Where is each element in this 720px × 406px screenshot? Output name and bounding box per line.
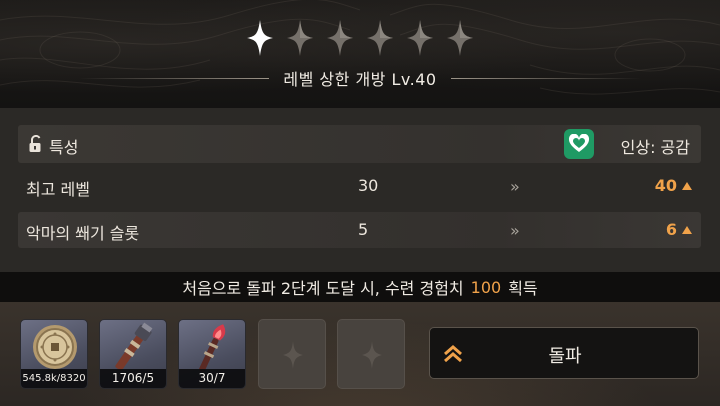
star-filled-icon bbox=[247, 20, 273, 56]
material-slot[interactable]: 1706/5 bbox=[99, 319, 167, 389]
material-count: 1706/5 bbox=[100, 369, 166, 388]
title-row: 레벨 상한 개방 Lv.40 bbox=[0, 66, 720, 90]
stat-current: 30 bbox=[358, 176, 379, 195]
divider-right bbox=[450, 77, 641, 79]
empty-material-slot bbox=[258, 319, 326, 389]
breakthrough-button[interactable]: 돌파 bbox=[429, 327, 699, 379]
star-empty-icon bbox=[407, 20, 433, 56]
star-empty-icon bbox=[367, 20, 393, 56]
reward-info-bar: 처음으로 돌파 2단계 도달 시, 수련 경험치 100 획득 bbox=[0, 272, 720, 302]
stat-next: 6 bbox=[665, 220, 677, 239]
star-empty-icon bbox=[447, 20, 473, 56]
stats-panel: 특성 인상: 공감 최고 레벨 30 » 40 악마의 쐐기 슬롯 5 » 6 bbox=[0, 108, 720, 272]
material-slot[interactable]: 545.8k/8320 bbox=[20, 319, 88, 389]
empty-material-slot bbox=[337, 319, 405, 389]
heart-icon bbox=[568, 134, 590, 152]
increase-triangle-icon bbox=[682, 182, 692, 190]
flame-torch-icon bbox=[199, 324, 226, 372]
breakthrough-header: 레벨 상한 개방 Lv.40 bbox=[0, 0, 720, 108]
divider-left bbox=[79, 77, 270, 79]
reward-amount: 100 bbox=[470, 277, 502, 297]
material-slot[interactable]: 30/7 bbox=[178, 319, 246, 389]
star-empty-icon bbox=[287, 20, 313, 56]
impression-value: 인상: 공감 bbox=[620, 138, 690, 157]
stat-next: 40 bbox=[654, 176, 677, 195]
increase-triangle-icon bbox=[682, 226, 692, 234]
stat-name: 악마의 쐐기 슬롯 bbox=[26, 224, 140, 243]
double-chevron-right-icon: » bbox=[510, 177, 520, 196]
trait-header: 특성 인상: 공감 bbox=[18, 125, 701, 163]
impression-badge bbox=[564, 129, 594, 159]
unlocked-lock-icon bbox=[29, 135, 41, 152]
stat-name: 최고 레벨 bbox=[26, 180, 90, 199]
stat-row-wedge-slots: 악마의 쐐기 슬롯 5 » 6 bbox=[18, 212, 701, 248]
page-title: 레벨 상한 개방 Lv.40 bbox=[283, 70, 437, 89]
torch-icon bbox=[115, 322, 153, 371]
breakthrough-button-label: 돌파 bbox=[548, 346, 582, 367]
star-empty-icon bbox=[327, 20, 353, 56]
star-rank bbox=[0, 18, 720, 58]
stat-current: 5 bbox=[358, 220, 369, 239]
empty-slot-icon bbox=[283, 341, 303, 369]
double-chevron-right-icon: » bbox=[510, 221, 520, 240]
material-count: 545.8k/8320 bbox=[21, 369, 87, 388]
reward-info-suffix: 획득 bbox=[508, 279, 538, 298]
reward-info-prefix: 처음으로 돌파 2단계 도달 시, 수련 경험치 bbox=[182, 279, 464, 298]
materials-section: 545.8k/8320 1706/5 30/7 돌파 bbox=[0, 302, 720, 406]
stat-row-max-level: 최고 레벨 30 » 40 bbox=[18, 168, 701, 204]
trait-label: 특성 bbox=[49, 138, 79, 157]
material-count: 30/7 bbox=[179, 369, 245, 388]
coin-icon bbox=[33, 325, 77, 369]
empty-slot-icon bbox=[362, 341, 382, 369]
